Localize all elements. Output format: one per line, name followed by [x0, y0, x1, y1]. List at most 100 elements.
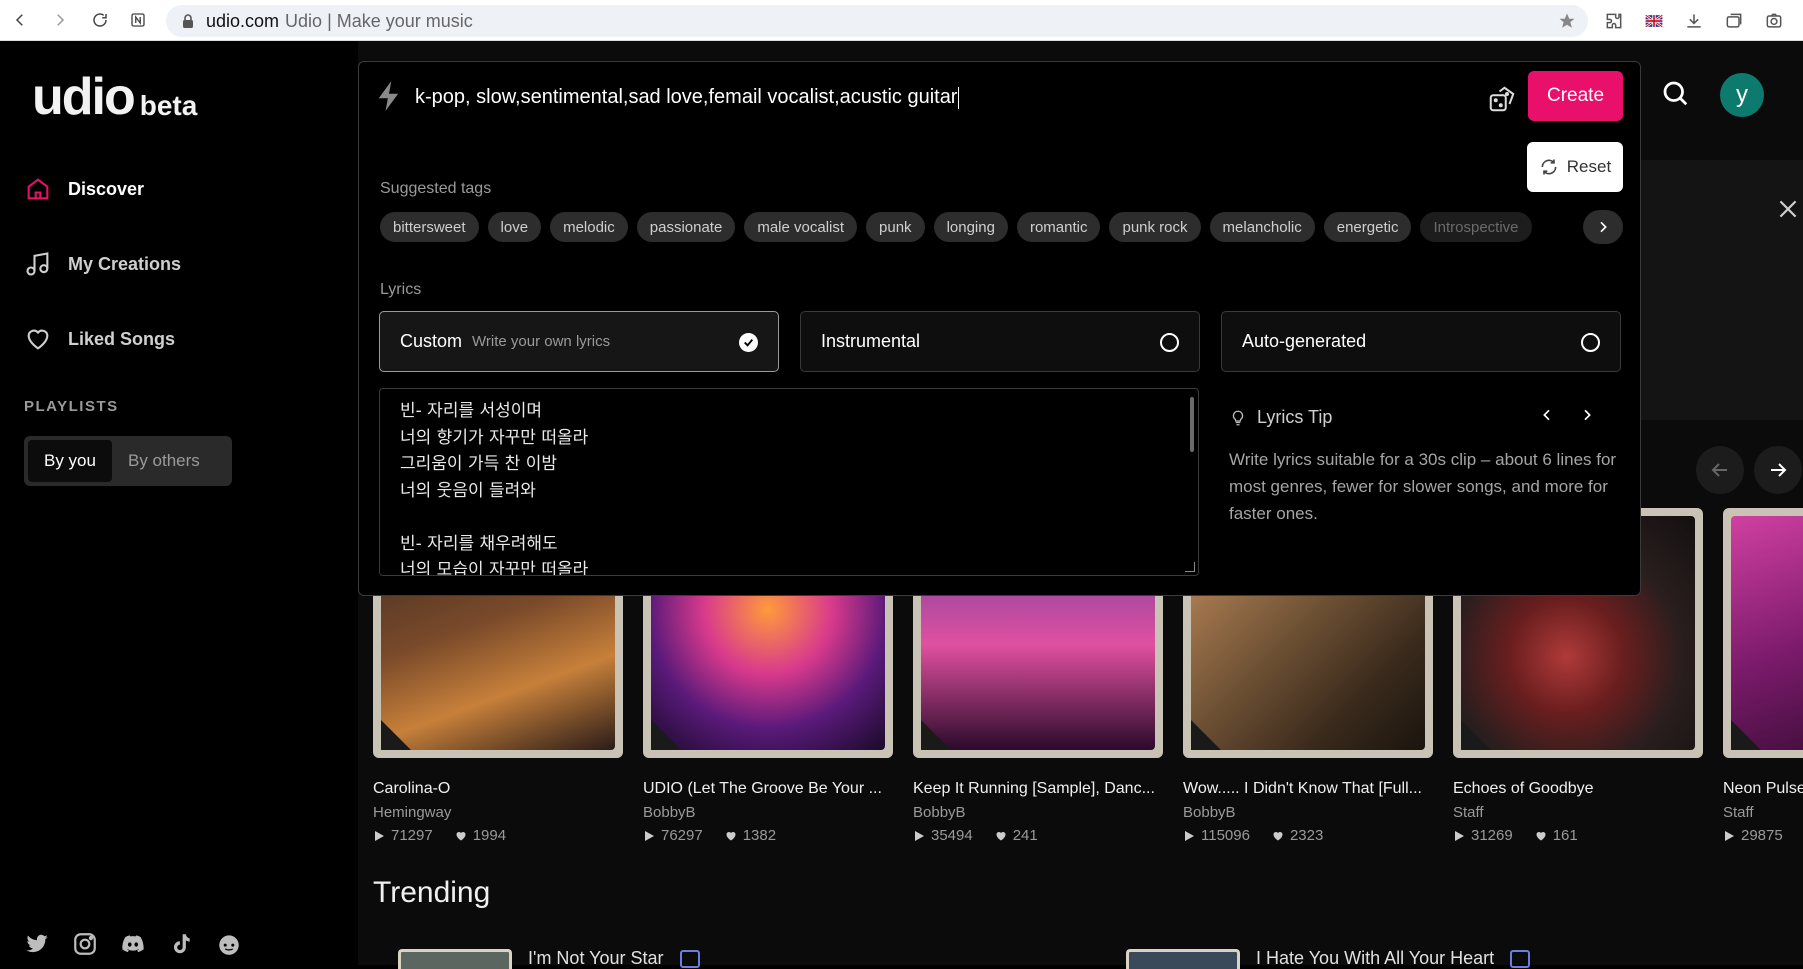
download-icon[interactable]: [1677, 5, 1711, 37]
nav-my-creations[interactable]: My Creations: [24, 250, 181, 278]
tag-chip[interactable]: romantic: [1016, 212, 1101, 242]
resize-handle[interactable]: [1185, 562, 1195, 572]
playlist-filter: By you By others: [24, 436, 232, 486]
star-bookmark-icon[interactable]: [1558, 12, 1576, 30]
song-title[interactable]: Echoes of Goodbye: [1453, 780, 1703, 798]
lyrics-option-custom[interactable]: Custom Write your own lyrics: [379, 311, 779, 372]
play-icon: [915, 830, 924, 841]
lightbulb-icon: [1232, 410, 1244, 425]
instagram-icon[interactable]: [72, 931, 98, 957]
song-artist[interactable]: Staff: [1723, 804, 1803, 821]
reload-icon[interactable]: [84, 4, 116, 36]
discord-icon[interactable]: [120, 931, 146, 957]
trending-thumbnail: [1126, 948, 1240, 969]
heart-icon: [1273, 831, 1283, 840]
song-stats: 35494 241: [913, 827, 1163, 844]
suggested-tags-label: Suggested tags: [380, 180, 492, 197]
song-artist[interactable]: Staff: [1453, 804, 1703, 821]
song-stats: 71297 1994: [373, 827, 623, 844]
song-cover: [1723, 508, 1803, 758]
forward-icon[interactable]: [44, 4, 76, 36]
tag-chip[interactable]: passionate: [636, 212, 736, 242]
reddit-icon[interactable]: [216, 931, 242, 957]
browser-toolbar: udio.com Udio | Make your music: [0, 0, 1803, 41]
close-icon[interactable]: [1775, 196, 1801, 222]
tab-by-others[interactable]: By others: [112, 440, 216, 482]
tag-chip[interactable]: bittersweet: [380, 212, 479, 242]
tag-chip[interactable]: love: [487, 212, 542, 242]
tag-chip[interactable]: Introspective: [1420, 212, 1532, 242]
song-artist[interactable]: Hemingway: [373, 804, 623, 821]
tabs-icon[interactable]: [1717, 5, 1751, 37]
extensions-icon[interactable]: [1597, 5, 1631, 37]
tab-by-you[interactable]: By you: [28, 440, 112, 482]
radio-empty-icon: [1160, 333, 1179, 352]
lyrics-label: Lyrics: [380, 281, 422, 298]
song-artist[interactable]: BobbyB: [913, 804, 1163, 821]
song-title[interactable]: Wow..... I Didn't Know That [Full...: [1183, 780, 1433, 798]
chevron-left-icon[interactable]: [1539, 407, 1555, 423]
tag-chip[interactable]: punk: [866, 212, 925, 242]
lyrics-textarea[interactable]: 빈- 자리를 서성이며 너의 향기가 자꾸만 떠올라 그리움이 가득 찬 이밤 …: [379, 388, 1199, 576]
trending-item[interactable]: I'm Not Your Star: [398, 948, 700, 969]
lyrics-option-auto-generated[interactable]: Auto-generated: [1221, 311, 1621, 372]
song-artist[interactable]: BobbyB: [1183, 804, 1433, 821]
trending-heading: Trending: [373, 876, 491, 909]
nav-discover[interactable]: Discover: [24, 175, 144, 203]
trending-title[interactable]: I Hate You With All Your Heart: [1256, 948, 1494, 969]
play-icon: [375, 830, 384, 841]
home-icon: [27, 178, 49, 200]
tip-pager: [1539, 407, 1595, 423]
lyric-line: 너의 모습이 자꾸만 떠올라: [400, 560, 589, 576]
dice-icon[interactable]: [1487, 84, 1517, 114]
reset-button[interactable]: Reset: [1527, 142, 1623, 192]
tag-chip[interactable]: longing: [933, 212, 1008, 242]
screenshot-icon[interactable]: [1757, 5, 1791, 37]
create-button[interactable]: Create: [1528, 71, 1623, 121]
lyrics-scrollbar[interactable]: [1190, 397, 1194, 452]
tiktok-icon[interactable]: [168, 931, 194, 957]
radio-checked-icon: [739, 333, 758, 352]
play-icon: [1185, 830, 1194, 841]
user-avatar[interactable]: y: [1720, 73, 1764, 117]
header-actions: y: [1660, 73, 1764, 117]
trending-item[interactable]: I Hate You With All Your Heart: [1126, 948, 1531, 969]
uk-flag-icon[interactable]: [1637, 5, 1671, 37]
search-icon[interactable]: [1660, 78, 1690, 113]
notion-extension-icon[interactable]: [122, 4, 154, 36]
carousel-next-button[interactable]: [1754, 446, 1802, 494]
tag-chip[interactable]: punk rock: [1109, 212, 1201, 242]
prompt-input[interactable]: k-pop, slow,sentimental,sad love,femail …: [415, 86, 959, 109]
tag-chip[interactable]: energetic: [1323, 212, 1412, 242]
tags-next-button[interactable]: [1583, 210, 1623, 244]
sidebar: udio beta Discover My Creations Liked So…: [0, 41, 358, 965]
play-icon: [1455, 830, 1464, 841]
address-bar[interactable]: udio.com Udio | Make your music: [166, 5, 1588, 37]
heart-icon: [726, 831, 736, 840]
udio-logo[interactable]: udio beta: [32, 71, 197, 123]
twitter-icon[interactable]: [24, 931, 50, 957]
song-title[interactable]: Carolina-O: [373, 780, 623, 798]
song-title[interactable]: Neon Pulse: [1723, 780, 1803, 798]
play-icon: [1725, 830, 1734, 841]
song-title[interactable]: UDIO (Let The Groove Be Your ...: [643, 780, 893, 798]
heart-icon: [456, 831, 466, 840]
carousel-prev-button[interactable]: [1696, 446, 1744, 494]
lyric-line: [400, 504, 1178, 531]
lyrics-option-instrumental[interactable]: Instrumental: [800, 311, 1200, 372]
trending-title[interactable]: I'm Not Your Star: [528, 948, 664, 969]
tag-chip[interactable]: male vocalist: [744, 212, 858, 242]
trending-thumbnail: [398, 948, 512, 969]
song-stats: 115096 2323: [1183, 827, 1433, 844]
song-title[interactable]: Keep It Running [Sample], Danc...: [913, 780, 1163, 798]
back-icon[interactable]: [4, 4, 36, 36]
song-artist[interactable]: BobbyB: [643, 804, 893, 821]
url-page-title: Udio | Make your music: [285, 10, 473, 31]
suggested-tags: bittersweet love melodic passionate male…: [380, 212, 1624, 242]
nav-liked-songs[interactable]: Liked Songs: [24, 325, 175, 353]
chevron-right-icon[interactable]: [1579, 407, 1595, 423]
song-card[interactable]: Neon Pulse Staff 29875: [1723, 508, 1803, 844]
tag-chip[interactable]: melancholic: [1209, 212, 1315, 242]
tag-chip[interactable]: melodic: [550, 212, 628, 242]
carousel-controls: [1696, 446, 1802, 494]
